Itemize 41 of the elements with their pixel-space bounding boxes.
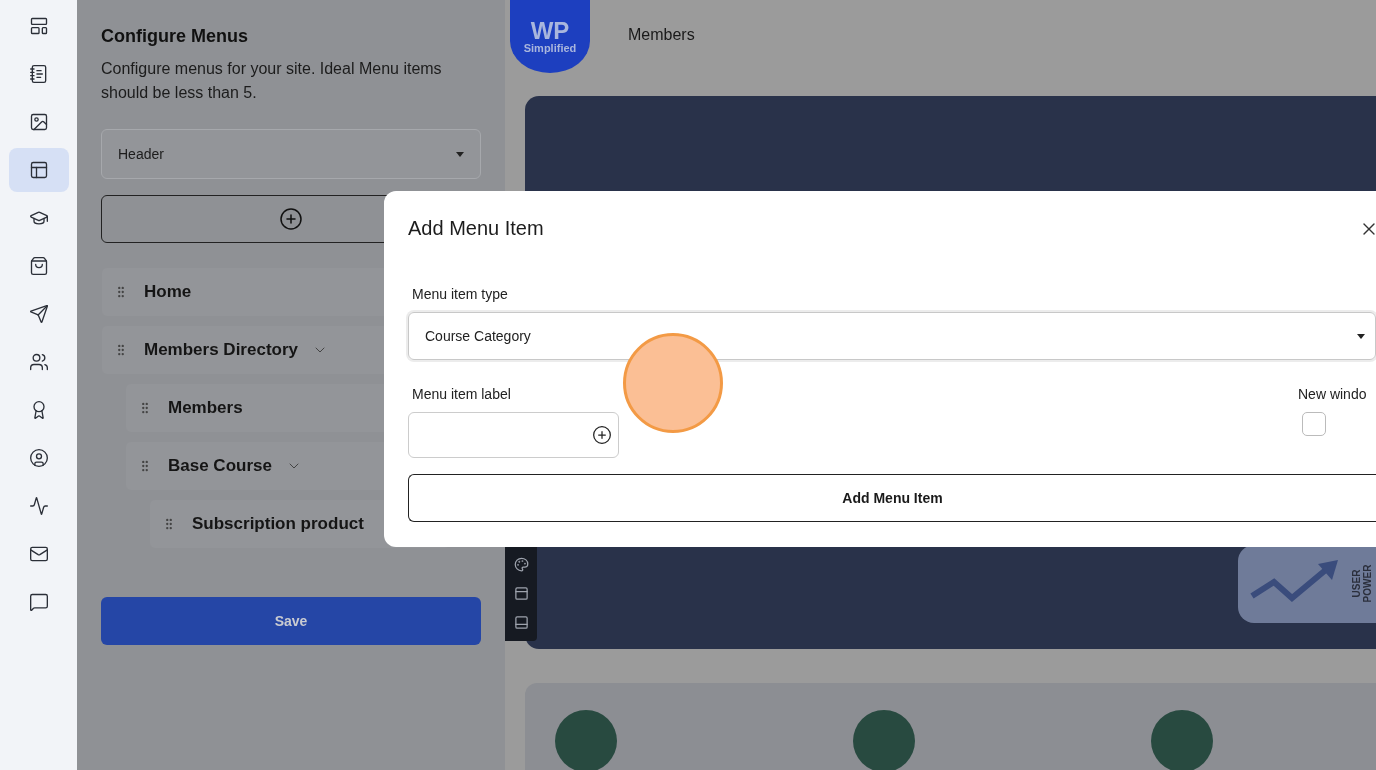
panel-top-icon[interactable] [513, 585, 529, 601]
activity-icon [28, 496, 49, 516]
shopping-bag-icon [28, 256, 49, 276]
mail-icon [28, 544, 49, 564]
logo[interactable]: WP Simplified [510, 0, 590, 73]
palette-icon[interactable] [513, 556, 529, 572]
menu-select[interactable]: Header [101, 129, 481, 179]
user-circle-icon [28, 448, 49, 468]
add-menu-item-button[interactable]: Add Menu Item [408, 474, 1376, 522]
field-label: New windo [1298, 386, 1368, 402]
panel-title: Configure Menus [101, 26, 249, 47]
stat-icon [1151, 710, 1213, 770]
panel-bottom-icon[interactable] [513, 614, 529, 630]
sidebar-item[interactable] [8, 148, 69, 192]
save-button[interactable]: Save [101, 597, 481, 645]
users-icon [28, 352, 49, 372]
stat-icon [555, 710, 617, 770]
layout-icon [28, 16, 49, 36]
message-icon [28, 592, 49, 612]
menu-item-label: Members Directory [144, 340, 298, 360]
menu-item-label: Subscription product [192, 514, 364, 534]
caret-icon [1357, 333, 1365, 339]
panel-description: Configure menus for your site. Ideal Menu items should be less than 5. [101, 59, 443, 103]
new-window-checkbox[interactable] [1302, 412, 1326, 436]
stat-icon [853, 710, 915, 770]
nav-link[interactable]: Members [628, 26, 695, 44]
badge-text: USER POWER [1351, 563, 1373, 604]
add-icon [279, 207, 303, 231]
label-input[interactable] [408, 412, 619, 458]
menu-item-label: Base Course [168, 456, 272, 476]
type-select[interactable]: Course Category [408, 312, 1376, 360]
caret-icon [456, 151, 464, 157]
notebook-icon [28, 64, 49, 84]
field-label: Menu item type [412, 286, 509, 302]
panel-icon [28, 160, 49, 180]
dialog-title: Add Menu Item [408, 217, 544, 240]
menu-item-label: Home [144, 282, 192, 302]
menu-item-label: Members [168, 398, 243, 418]
add-icon[interactable] [592, 425, 612, 445]
send-icon [28, 304, 49, 324]
image-icon [28, 112, 49, 132]
